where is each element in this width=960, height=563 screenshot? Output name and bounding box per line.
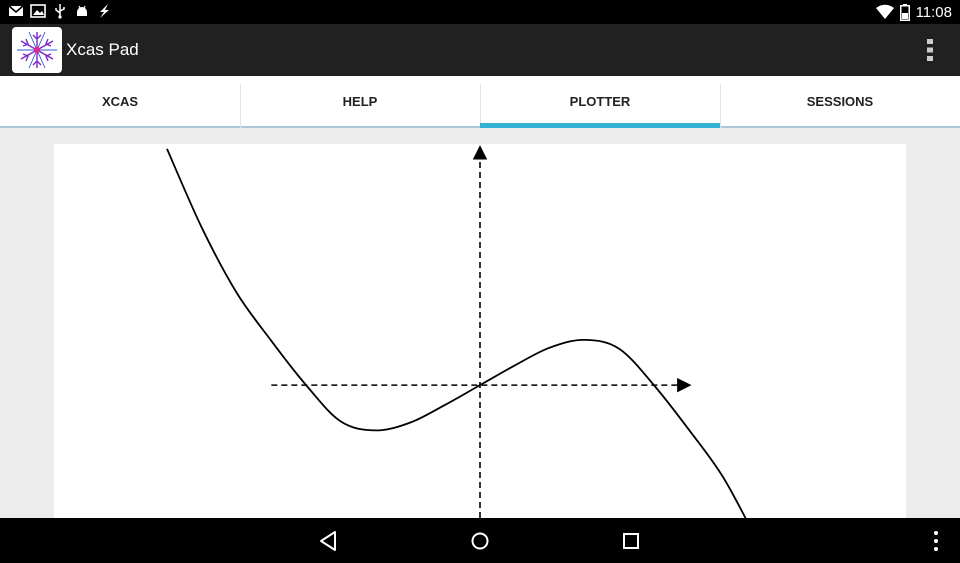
charging-bolt-icon (100, 4, 109, 18)
usb-icon (55, 4, 65, 19)
navigation-bar (0, 518, 960, 563)
back-icon[interactable] (315, 528, 341, 554)
notification-icons (8, 3, 112, 19)
tab-plotter[interactable]: PLOTTER (480, 76, 720, 128)
system-status: 11:08 (875, 0, 952, 24)
app-logo[interactable] (12, 27, 62, 73)
overflow-menu-icon[interactable] (922, 38, 938, 62)
xcas-snowflake-icon (17, 31, 57, 69)
android-debug-icon (77, 5, 87, 16)
menu-icon[interactable] (923, 528, 949, 554)
tab-bar: XCAS HELP PLOTTER SESSIONS (0, 76, 960, 128)
recents-icon[interactable] (618, 528, 644, 554)
plot-svg[interactable] (54, 144, 906, 518)
gmail-icon (8, 5, 24, 16)
wifi-icon (875, 4, 894, 20)
function-curve (166, 148, 747, 518)
tab-xcas[interactable]: XCAS (0, 76, 240, 126)
tab-sessions[interactable]: SESSIONS (720, 76, 960, 128)
gallery-icon (30, 4, 46, 18)
tab-help[interactable]: HELP (240, 76, 480, 128)
clock: 11:08 (915, 3, 952, 21)
app-title: Xcas Pad (66, 40, 139, 59)
home-icon[interactable] (467, 528, 493, 554)
plot-canvas[interactable] (54, 144, 906, 518)
status-bar: 11:08 (0, 0, 960, 24)
battery-icon (899, 3, 910, 21)
action-bar: Xcas Pad (0, 24, 960, 76)
